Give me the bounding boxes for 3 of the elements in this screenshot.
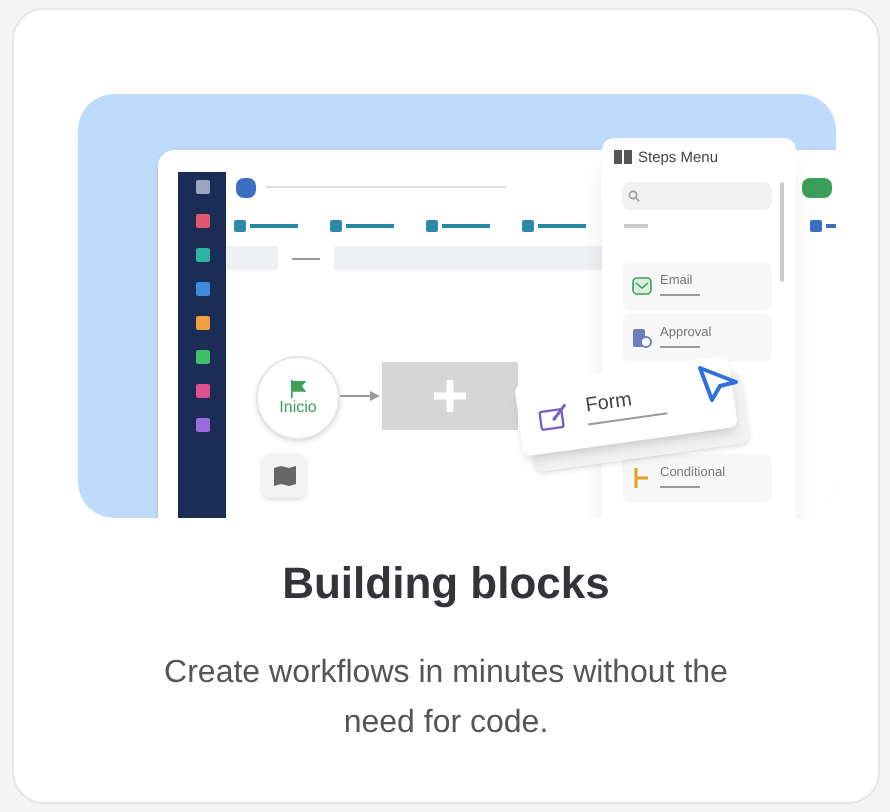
node-label: Inicio xyxy=(279,400,317,416)
card-description: Create workflows in minutes without the need for code. xyxy=(162,654,730,744)
card-title: Building blocks xyxy=(282,556,610,612)
